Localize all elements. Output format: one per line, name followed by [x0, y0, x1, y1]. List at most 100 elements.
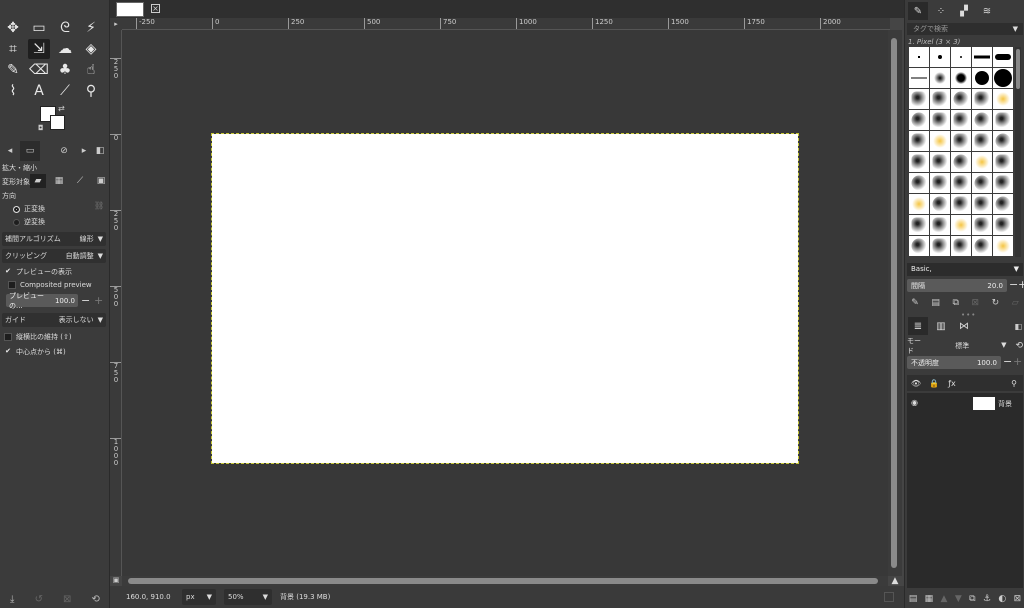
background-color-swatch[interactable] — [50, 115, 65, 130]
transform-image-icon[interactable]: ▣ — [93, 174, 109, 188]
transform-layer-icon[interactable]: ▰ — [30, 174, 46, 188]
brush-thumbnail[interactable] — [972, 89, 992, 109]
reset-mode-icon[interactable]: ⟲ — [1015, 341, 1023, 351]
brush-thumbnail[interactable] — [909, 110, 929, 130]
composited-preview-checkbox[interactable]: Composited preview — [8, 281, 92, 289]
brush-thumbnail[interactable] — [930, 236, 950, 256]
effects-icon[interactable]: ƒx — [943, 379, 961, 388]
brush-thumbnail[interactable] — [930, 68, 950, 88]
unit-combo[interactable]: px ▼ — [182, 589, 216, 605]
visibility-icon[interactable]: 👁 — [907, 379, 925, 388]
brush-thumbnail[interactable] — [972, 173, 992, 193]
brush-thumbnail[interactable] — [993, 110, 1013, 130]
brush-thumbnail[interactable] — [930, 215, 950, 235]
brush-thumbnail[interactable] — [972, 110, 992, 130]
open-as-image-icon[interactable]: ▱ — [1012, 298, 1019, 308]
from-center-checkbox[interactable]: ✔ 中心点から (⌘) — [4, 347, 66, 357]
decrement-icon[interactable]: − — [81, 294, 90, 307]
brush-thumbnail[interactable] — [909, 89, 929, 109]
delete-layer-icon[interactable]: ⊠ — [1014, 594, 1022, 604]
tab-patterns-icon[interactable]: ⁘ — [931, 2, 951, 20]
brush-thumbnail[interactable] — [930, 131, 950, 151]
eraser-tool-icon[interactable]: ⌫ — [28, 60, 50, 80]
brush-thumbnail[interactable] — [909, 152, 929, 172]
increment-icon[interactable]: + — [1013, 355, 1022, 368]
anchor-layer-icon[interactable]: ⚓ — [983, 594, 991, 604]
free-select-tool-icon[interactable]: ᘓ — [54, 18, 76, 38]
color-picker-tool-icon[interactable]: ⟋ — [54, 81, 76, 101]
new-layer-group-icon[interactable]: ▦ — [925, 594, 934, 604]
brush-thumbnail[interactable] — [909, 236, 929, 256]
brush-thumbnail[interactable] — [993, 68, 1013, 88]
decrement-icon[interactable]: − — [1009, 278, 1018, 291]
brush-thumbnail[interactable] — [993, 89, 1013, 109]
panel-menu-icon[interactable]: ◧ — [90, 141, 110, 161]
save-options-icon[interactable]: ⤓ — [10, 594, 14, 605]
brush-thumbnail[interactable] — [972, 215, 992, 235]
brush-thumbnail[interactable] — [930, 173, 950, 193]
zoom-tool-icon[interactable]: ⚲ — [80, 81, 102, 101]
brush-thumbnail[interactable] — [993, 215, 1013, 235]
panel-menu-icon[interactable]: ◧ — [1014, 322, 1022, 331]
image-tab-thumbnail[interactable] — [116, 2, 144, 17]
duplicate-brush-icon[interactable]: ⧉ — [953, 298, 959, 308]
delete-options-icon[interactable]: ⊠ — [63, 594, 71, 605]
tab-fonts-icon[interactable]: ▞ — [954, 2, 974, 20]
scrollbar-thumb[interactable] — [1016, 49, 1020, 89]
increment-icon[interactable]: + — [1018, 278, 1024, 291]
crop-tool-icon[interactable]: ⌗ — [2, 39, 24, 59]
brush-thumbnail[interactable] — [972, 152, 992, 172]
layer-row[interactable]: ◉ 背景 — [907, 395, 1023, 411]
search-icon[interactable]: ⚲ — [1005, 379, 1023, 388]
smudge-tool-icon[interactable]: ☝ — [80, 60, 102, 80]
mask-icon[interactable]: ◐ — [998, 594, 1006, 604]
brush-thumbnail[interactable] — [909, 173, 929, 193]
brush-thumbnail[interactable] — [951, 68, 971, 88]
cancel-icon[interactable] — [884, 592, 894, 602]
paint-dynamics-icon[interactable]: ✎ — [911, 298, 919, 308]
horizontal-ruler[interactable]: -250 0 250 500 750 1000 1250 1500 1750 2000 — [122, 18, 890, 30]
brush-thumbnail[interactable] — [951, 152, 971, 172]
lower-layer-icon[interactable]: ▼ — [955, 594, 962, 604]
eye-icon[interactable]: ◉ — [911, 398, 918, 407]
brush-preset-combo[interactable]: Basic, ▼ — [907, 263, 1023, 276]
reset-options-icon[interactable]: ⟲ — [92, 594, 100, 605]
tab-layers-icon[interactable]: ≣ — [908, 317, 928, 335]
tab-tool-options-icon[interactable]: ▭ — [20, 141, 40, 161]
unified-transform-tool-icon[interactable]: ⇲ — [28, 39, 50, 59]
brush-thumbnail[interactable] — [909, 215, 929, 235]
lock-icon[interactable]: 🔒 — [925, 379, 943, 388]
canvas-area[interactable] — [122, 30, 888, 576]
guides-combo[interactable]: ガイド 表示しない ▼ — [2, 313, 106, 327]
scrollbar-thumb[interactable] — [128, 578, 878, 584]
brush-thumbnail[interactable] — [951, 110, 971, 130]
image-canvas[interactable] — [211, 133, 799, 464]
brush-thumbnail[interactable] — [972, 47, 992, 67]
direction-normal-radio[interactable]: 正変換 — [13, 204, 45, 214]
warp-transform-tool-icon[interactable]: ☁ — [54, 39, 76, 59]
new-layer-icon[interactable]: ▤ — [909, 594, 918, 604]
brush-thumbnail[interactable] — [993, 47, 1013, 67]
brush-thumbnail[interactable] — [951, 194, 971, 214]
brush-thumbnail[interactable] — [951, 215, 971, 235]
zoom-combo[interactable]: 50% ▼ — [224, 589, 272, 605]
brush-thumbnail[interactable] — [930, 110, 950, 130]
brush-tag-search[interactable]: タグで検索 ▼ — [907, 23, 1023, 35]
tab-paths-icon[interactable]: ⋈ — [954, 317, 974, 335]
tab-left-arrow-icon[interactable]: ◂ — [0, 141, 20, 161]
brush-scrollbar[interactable] — [1015, 47, 1021, 257]
fuzzy-select-tool-icon[interactable]: ⚡ — [80, 18, 102, 38]
keep-aspect-checkbox[interactable]: 縦横比の維持 (⇧) — [4, 332, 72, 342]
brush-thumbnail[interactable] — [972, 194, 992, 214]
vertical-scrollbar[interactable] — [888, 30, 902, 576]
decrement-icon[interactable]: − — [1003, 355, 1012, 368]
rect-select-tool-icon[interactable]: ▭ — [28, 18, 50, 38]
brush-thumbnail[interactable] — [993, 194, 1013, 214]
clipping-combo[interactable]: クリッピング 自動調整 ▼ — [2, 249, 106, 263]
direction-corrective-radio[interactable]: 逆変換 — [13, 217, 45, 227]
brush-thumbnail[interactable] — [993, 152, 1013, 172]
quick-mask-icon[interactable]: ▣ — [110, 576, 122, 586]
brush-thumbnail[interactable] — [951, 131, 971, 151]
increment-icon[interactable]: + — [94, 294, 103, 307]
bucket-fill-tool-icon[interactable]: ◈ — [80, 39, 102, 59]
